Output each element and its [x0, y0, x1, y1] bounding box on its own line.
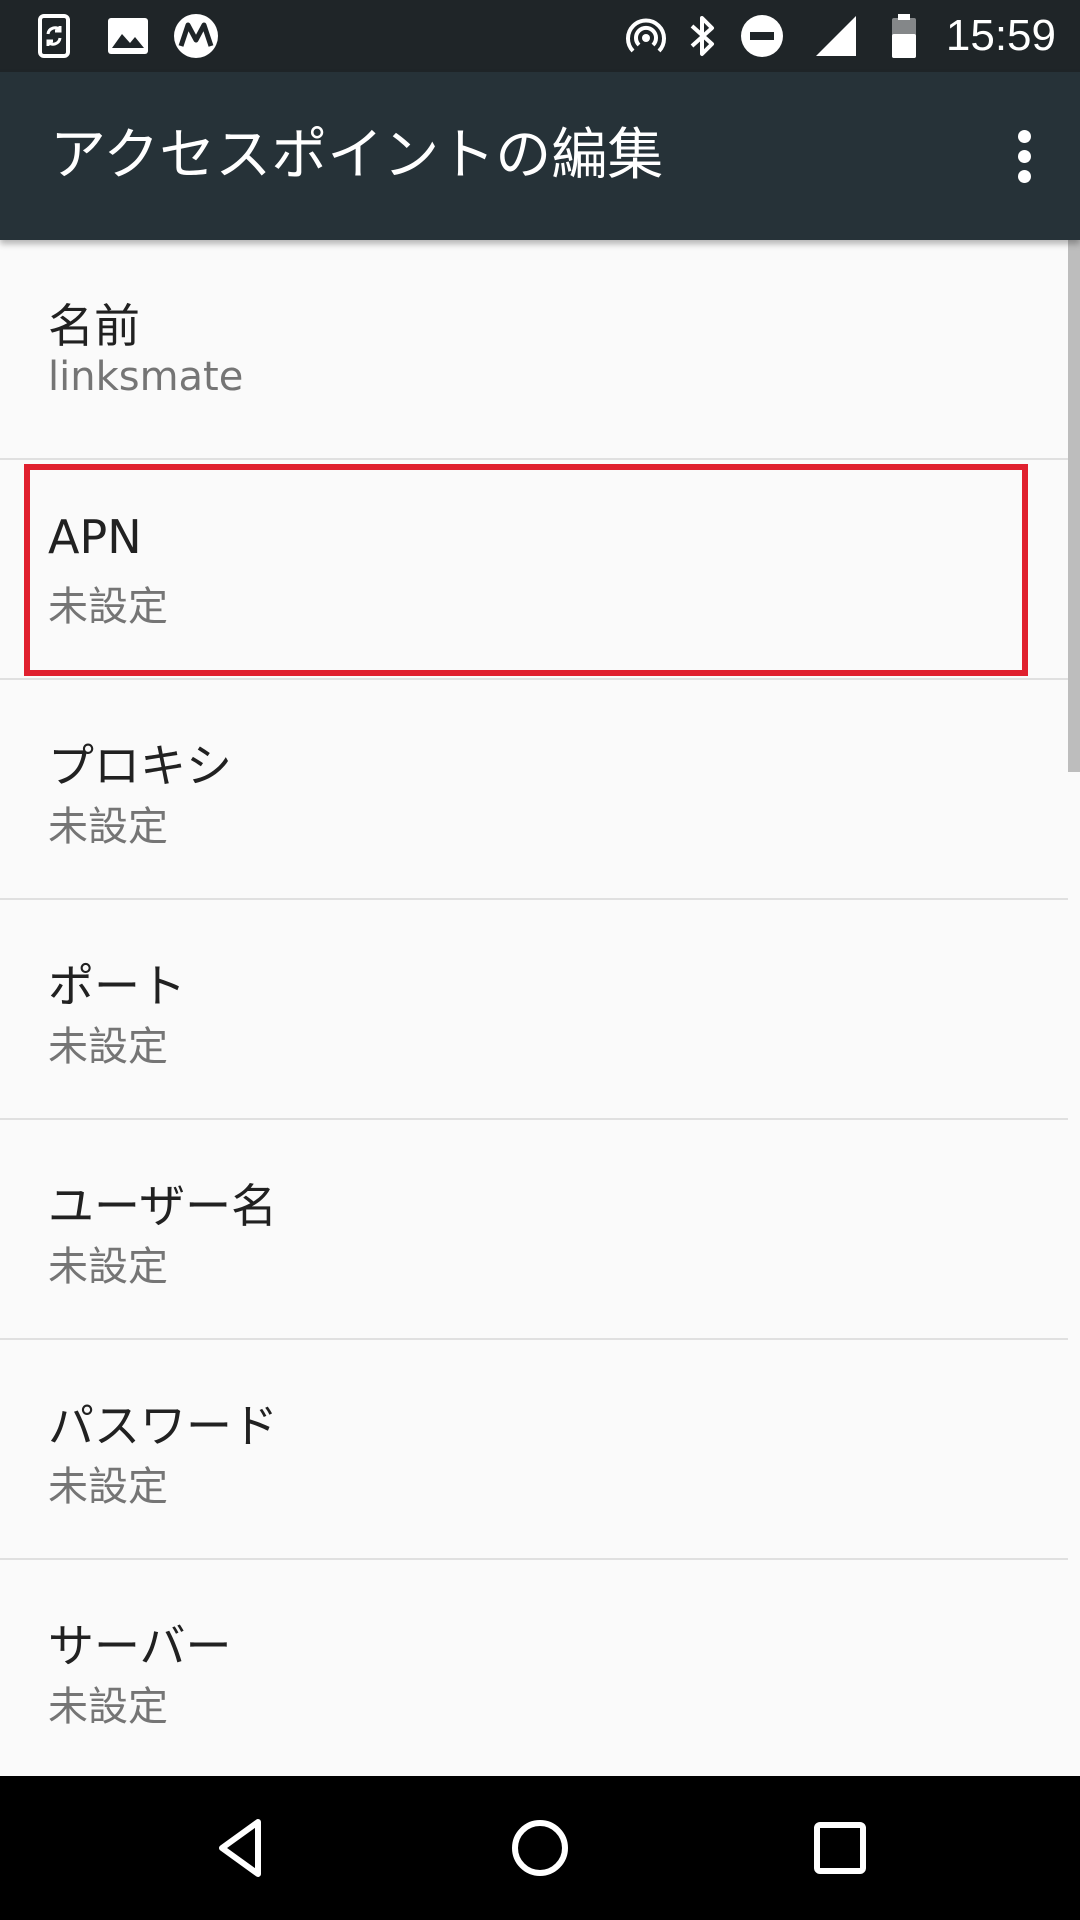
- recents-icon[interactable]: [804, 1812, 876, 1884]
- setting-title: ポート: [48, 959, 186, 1013]
- setting-username[interactable]: ユーザー名 未設定: [0, 1120, 1068, 1340]
- setting-value: 未設定: [48, 1684, 168, 1730]
- page-title: アクセスポイントの編集: [50, 123, 664, 188]
- back-icon[interactable]: [204, 1812, 276, 1884]
- setting-value: 未設定: [48, 1464, 168, 1510]
- more-vert-icon: [1018, 130, 1031, 143]
- motorola-icon: [174, 14, 218, 58]
- do-not-disturb-icon: [741, 15, 783, 57]
- setting-title: ユーザー名: [48, 1179, 278, 1233]
- status-time: 15:59: [945, 11, 1056, 60]
- app-bar: アクセスポイントの編集: [0, 72, 1080, 240]
- setting-title: APN: [48, 510, 142, 564]
- setting-server[interactable]: サーバー 未設定: [0, 1560, 1068, 1776]
- status-bar: 15:59: [0, 0, 1080, 72]
- setting-title: プロキシ: [48, 739, 232, 793]
- bluetooth-icon: [690, 16, 714, 56]
- setting-value: 未設定: [48, 804, 168, 850]
- setting-value: 未設定: [48, 1244, 168, 1290]
- setting-value: 未設定: [48, 584, 168, 630]
- phone-sync-icon: [38, 14, 70, 58]
- hotspot-icon: [626, 18, 666, 53]
- battery-icon: [892, 14, 916, 58]
- image-icon: [108, 18, 148, 54]
- setting-apn[interactable]: APN 未設定: [0, 460, 1068, 680]
- setting-title: パスワード: [48, 1399, 278, 1453]
- signal-icon: [816, 16, 856, 56]
- setting-password[interactable]: パスワード 未設定: [0, 1340, 1068, 1560]
- setting-proxy[interactable]: プロキシ 未設定: [0, 680, 1068, 900]
- setting-title: サーバー: [48, 1619, 232, 1673]
- setting-value: linksmate: [48, 354, 244, 400]
- setting-value: 未設定: [48, 1024, 168, 1070]
- setting-title: 名前: [48, 299, 140, 353]
- apn-settings-list: 名前 linksmate APN 未設定 プロキシ 未設定 ポート 未設定 ユー…: [0, 240, 1068, 1776]
- scrollbar[interactable]: [1068, 240, 1080, 772]
- more-options-button[interactable]: [988, 116, 1060, 196]
- setting-port[interactable]: ポート 未設定: [0, 900, 1068, 1120]
- navigation-bar: [0, 1776, 1080, 1920]
- setting-name[interactable]: 名前 linksmate: [0, 240, 1068, 460]
- home-icon[interactable]: [504, 1812, 576, 1884]
